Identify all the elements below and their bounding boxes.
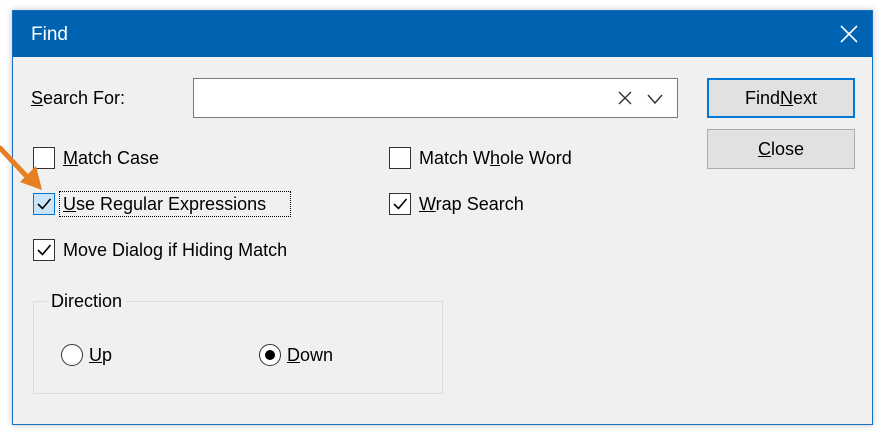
- find-dialog: Find Search For: Find Next Close Match C…: [12, 10, 873, 425]
- match-case-mnemonic: M: [63, 148, 78, 168]
- wrap-search-text: rap Search: [435, 194, 524, 214]
- match-case-label[interactable]: Match Case: [63, 148, 159, 169]
- move-dialog-checkbox[interactable]: [33, 239, 55, 261]
- close-label: lose: [770, 138, 805, 159]
- close-button[interactable]: Close: [707, 129, 855, 169]
- close-window-button[interactable]: [826, 11, 872, 57]
- search-for-label-text: earch For:: [43, 88, 126, 108]
- direction-down-label[interactable]: Down: [287, 345, 333, 366]
- search-combobox[interactable]: [193, 78, 678, 118]
- use-regex-checkbox[interactable]: [33, 193, 55, 215]
- use-regex-mnemonic: U: [63, 194, 76, 214]
- match-whole-word-mnemonic: h: [490, 148, 501, 168]
- close-mnemonic: C: [757, 138, 771, 159]
- search-for-mnemonic: S: [31, 88, 44, 108]
- match-case-text: atch Case: [78, 148, 160, 168]
- use-regex-text: se Regular Expressions: [76, 194, 267, 214]
- direction-up-radio[interactable]: [61, 344, 83, 366]
- close-icon: [840, 25, 858, 43]
- annotation-arrow-icon: [0, 145, 42, 190]
- direction-up-label[interactable]: Up: [89, 345, 112, 366]
- direction-down-radio[interactable]: [259, 344, 281, 366]
- title-bar[interactable]: Find: [13, 11, 872, 57]
- match-whole-word-rest: ole Word: [500, 148, 572, 168]
- direction-down-text: own: [300, 345, 334, 365]
- find-next-button[interactable]: Find Next: [707, 78, 855, 118]
- checkmark-icon: [37, 244, 52, 256]
- direction-down-mnemonic: D: [287, 345, 300, 365]
- direction-up-text: p: [102, 345, 113, 365]
- dialog-title: Find: [31, 24, 68, 45]
- move-dialog-label[interactable]: Move Dialog if Hiding Match: [63, 240, 287, 261]
- match-whole-word-pre: Match W: [419, 148, 491, 168]
- wrap-search-checkbox[interactable]: [389, 193, 411, 215]
- search-input[interactable]: [198, 83, 598, 113]
- find-next-mnemonic: N: [780, 87, 793, 108]
- wrap-search-mnemonic: W: [419, 194, 436, 214]
- match-whole-word-label[interactable]: Match Whole Word: [419, 148, 572, 169]
- checkmark-icon: [393, 198, 408, 210]
- checkmark-icon: [37, 198, 52, 210]
- search-for-label: Search For:: [31, 88, 125, 109]
- direction-up-mnemonic: U: [89, 345, 102, 365]
- direction-group-label: Direction: [47, 291, 127, 312]
- find-next-label-pre: Find: [744, 87, 780, 108]
- chevron-down-icon[interactable]: [647, 93, 663, 105]
- wrap-search-label[interactable]: Wrap Search: [419, 194, 524, 215]
- match-whole-word-checkbox[interactable]: [389, 147, 411, 169]
- radio-selected-dot: [265, 350, 275, 360]
- find-next-label-post: ext: [793, 87, 818, 108]
- clear-icon[interactable]: [617, 90, 633, 106]
- use-regex-label[interactable]: Use Regular Expressions: [63, 194, 266, 215]
